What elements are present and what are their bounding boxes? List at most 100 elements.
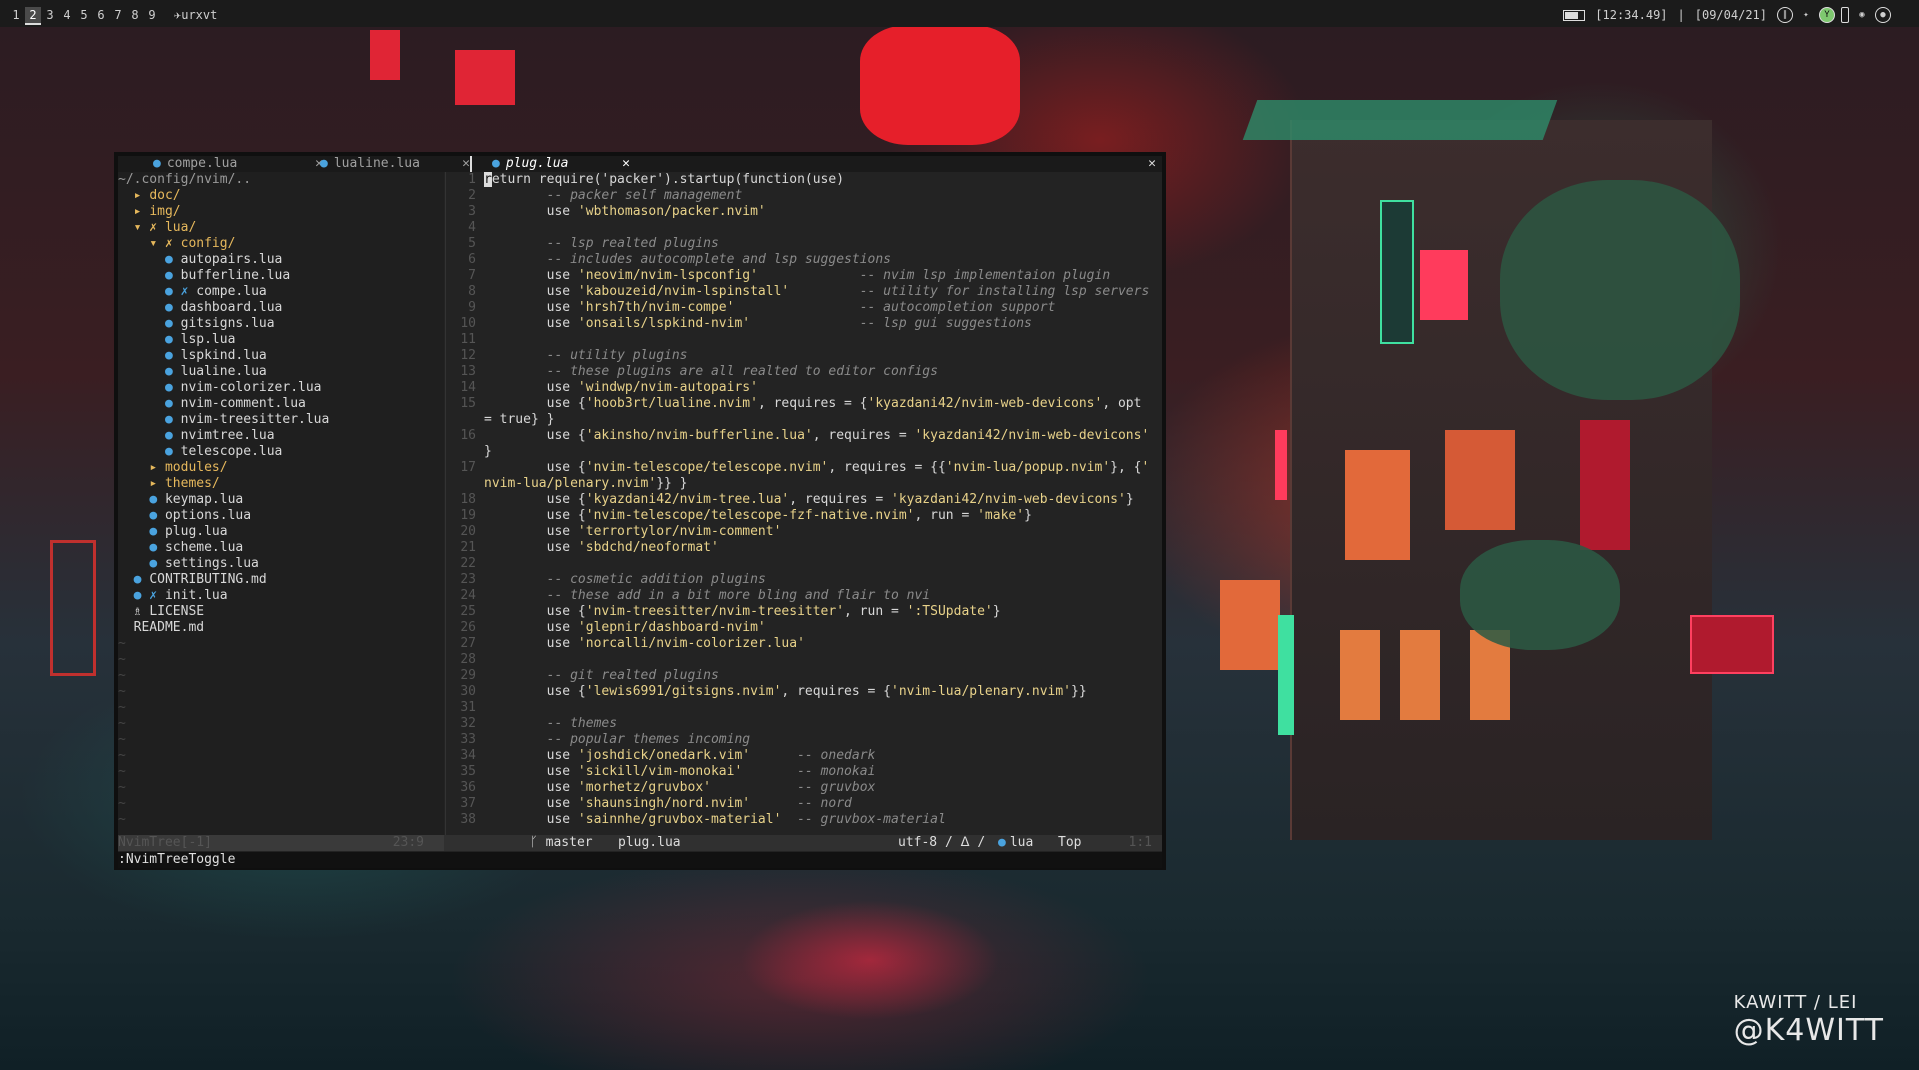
tree-file[interactable]: ● keymap.lua [118,492,444,508]
code-line[interactable]: 33 -- popular themes incoming [452,732,1162,748]
code-line[interactable]: 31 [452,700,1162,716]
tree-file[interactable]: ● telescope.lua [118,444,444,460]
code-line[interactable]: 18 use {'kyazdani42/nvim-tree.lua', requ… [452,492,1162,508]
code-line[interactable]: 28 [452,652,1162,668]
tree-file[interactable]: ● nvim-comment.lua [118,396,444,412]
discord-icon[interactable]: ◉ [1855,8,1869,22]
pause-icon[interactable]: ∥ [1777,7,1793,23]
workspace-6[interactable]: 6 [93,7,109,23]
tree-file[interactable]: README.md [118,620,444,636]
tree-file[interactable]: ● ✗ init.lua [118,588,444,604]
code-line[interactable]: 4 [452,220,1162,236]
tree-folder[interactable]: ▸ img/ [118,204,444,220]
code-line[interactable]: 27 use 'norcalli/nvim-colorizer.lua' [452,636,1162,652]
workspace-8[interactable]: 8 [127,7,143,23]
workspace-2[interactable]: 2 [25,7,41,25]
code-line[interactable]: 8 use 'kabouzeid/nvim-lspinstall' -- uti… [452,284,1162,300]
tree-file[interactable]: ● dashboard.lua [118,300,444,316]
close-all-icon[interactable]: ✕ [1148,156,1156,172]
network-icon[interactable]: ✦ [1799,8,1813,22]
code-line[interactable]: 38 use 'sainnhe/gruvbox-material' -- gru… [452,812,1162,828]
line-number: 1 [468,172,476,187]
split-divider[interactable] [445,172,446,842]
code-line[interactable]: 15 use {'hoob3rt/lualine.nvim', requires… [452,396,1162,412]
tree-folder[interactable]: ▸ themes/ [118,476,444,492]
code-line[interactable]: 2 -- packer self management [452,188,1162,204]
code-line[interactable]: 30 use {'lewis6991/gitsigns.nvim', requi… [452,684,1162,700]
tree-file[interactable]: ● gitsigns.lua [118,316,444,332]
workspace-4[interactable]: 4 [59,7,75,23]
tree-file[interactable]: ● settings.lua [118,556,444,572]
command-line[interactable]: :NvimTreeToggle [118,852,1162,868]
code-line[interactable]: 21 use 'sbdchd/neoformat' [452,540,1162,556]
workspace-9[interactable]: 9 [144,7,160,23]
code-line[interactable]: 32 -- themes [452,716,1162,732]
code-line[interactable]: 14 use 'windwp/nvim-autopairs' [452,380,1162,396]
github-icon[interactable]: ● [1875,7,1891,23]
tab-plug[interactable]: ● plug.lua ✕ [470,156,630,172]
code-line[interactable]: 23 -- cosmetic addition plugins [452,572,1162,588]
tree-file[interactable]: ● nvim-treesitter.lua [118,412,444,428]
close-icon[interactable]: ✕ [462,156,470,172]
workspace-5[interactable]: 5 [76,7,92,23]
code-line[interactable]: = true} } [452,412,1162,428]
tree-file[interactable]: ● lsp.lua [118,332,444,348]
tree-file[interactable]: ● nvimtree.lua [118,428,444,444]
tree-file[interactable]: ● plug.lua [118,524,444,540]
tree-file[interactable]: ● CONTRIBUTING.md [118,572,444,588]
close-icon[interactable]: ✕ [622,156,630,172]
terminal-window[interactable]: ● compe.lua ✕ ● lualine.lua ✕ ● plug.lua ✕ … [114,152,1166,870]
editor-buffer[interactable]: 1 return require('packer').startup(functi… [452,172,1162,842]
nvim-tree-panel[interactable]: ~/.config/nvim/.. ▸ doc/ ▸ img/ ▾ ✗ lua/… [118,172,444,842]
tree-file[interactable]: ● autopairs.lua [118,252,444,268]
tree-file[interactable]: ● ✗ compe.lua [118,284,444,300]
workspace-1[interactable]: 1 [8,7,24,23]
line-number: 29 [460,668,476,683]
code-line[interactable]: nvim-lua/plenary.nvim'}} } [452,476,1162,492]
tree-file[interactable]: ● lspkind.lua [118,348,444,364]
code-line[interactable]: 22 [452,556,1162,572]
app-icon[interactable]: Y [1819,7,1835,23]
code-line[interactable]: 34 use 'joshdick/onedark.vim' -- onedark [452,748,1162,764]
code-line[interactable]: 20 use 'terrortylor/nvim-comment' [452,524,1162,540]
tree-file[interactable]: ♗ LICENSE [118,604,444,620]
code-line[interactable]: 7 use 'neovim/nvim-lspconfig' -- nvim ls… [452,268,1162,284]
tab-compe[interactable]: ● compe.lua ✕ [153,156,323,172]
tree-folder[interactable]: ▾ ✗ config/ [118,236,444,252]
code-line[interactable]: 24 -- these add in a bit more bling and … [452,588,1162,604]
code-line[interactable]: 26 use 'glepnir/dashboard-nvim' [452,620,1162,636]
code-line[interactable]: 36 use 'morhetz/gruvbox' -- gruvbox [452,780,1162,796]
tab-lualine[interactable]: ● lualine.lua ✕ [320,156,470,172]
code-line[interactable]: 19 use {'nvim-telescope/telescope-fzf-na… [452,508,1162,524]
code-line[interactable]: 29 -- git realted plugins [452,668,1162,684]
code-line[interactable]: 5 -- lsp realted plugins [452,236,1162,252]
code-line[interactable]: 9 use 'hrsh7th/nvim-compe' -- autocomple… [452,300,1162,316]
code-line[interactable]: 11 [452,332,1162,348]
tree-folder[interactable]: ▸ doc/ [118,188,444,204]
code-segment: use [484,204,578,219]
code-line[interactable]: 25 use {'nvim-treesitter/nvim-treesitter… [452,604,1162,620]
code-line[interactable]: 17 use {'nvim-telescope/telescope.nvim',… [452,460,1162,476]
workspace-7[interactable]: 7 [110,7,126,23]
tree-folder[interactable]: ▸ modules/ [118,460,444,476]
tree-file[interactable]: ● nvim-colorizer.lua [118,380,444,396]
code-line[interactable]: 1 return require('packer').startup(functi… [452,172,1162,188]
code-line[interactable]: 16 use {'akinsho/nvim-bufferline.lua', r… [452,428,1162,444]
code-line[interactable]: } [452,444,1162,460]
tree-file[interactable]: ● options.lua [118,508,444,524]
code-line[interactable]: 37 use 'shaunsingh/nord.nvim' -- nord [452,796,1162,812]
wallpaper-reflection [740,900,1000,1020]
phone-icon[interactable] [1841,7,1849,23]
code-line[interactable]: 3 use 'wbthomason/packer.nvim' [452,204,1162,220]
tree-folder[interactable]: ▾ ✗ lua/ [118,220,444,236]
code-line[interactable]: 12 -- utility plugins [452,348,1162,364]
workspace-3[interactable]: 3 [42,7,58,23]
code-line[interactable]: 10 use 'onsails/lspkind-nvim' -- lsp gui… [452,316,1162,332]
tree-file[interactable]: ● scheme.lua [118,540,444,556]
tree-root[interactable]: ~/.config/nvim/.. [118,172,444,188]
tree-file[interactable]: ● bufferline.lua [118,268,444,284]
tree-file[interactable]: ● lualine.lua [118,364,444,380]
code-line[interactable]: 13 -- these plugins are all realted to e… [452,364,1162,380]
code-line[interactable]: 35 use 'sickill/vim-monokai' -- monokai [452,764,1162,780]
code-line[interactable]: 6 -- includes autocomplete and lsp sugge… [452,252,1162,268]
